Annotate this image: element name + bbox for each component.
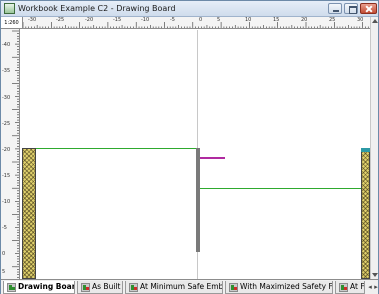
- anchor-line[interactable]: [200, 157, 225, 159]
- ruler-left-label: -10: [2, 199, 11, 205]
- left-soil-block[interactable]: [22, 148, 36, 279]
- ruler-top-label: 20: [301, 17, 308, 23]
- tab-label: Drawing Board: [18, 282, 75, 291]
- tab-label: As Built: [92, 282, 121, 291]
- ruler-top-label: 25: [329, 17, 336, 23]
- ruler-top-label: 5: [217, 17, 221, 23]
- maximize-button[interactable]: [344, 3, 358, 14]
- app-icon: [4, 3, 15, 14]
- ruler-top-label: -25: [56, 17, 65, 23]
- scale-indicator: 1:260: [1, 17, 23, 29]
- close-button[interactable]: [360, 3, 377, 14]
- ruler-left-label: -20: [2, 147, 11, 153]
- ruler-left-label: -35: [2, 68, 11, 74]
- ruler-top-label: -20: [85, 17, 94, 23]
- tab-label: At Fai: [350, 282, 364, 291]
- ruler-left-label: -15: [2, 173, 11, 179]
- tab-as-built[interactable]: As Built: [77, 281, 123, 294]
- ruler-left-label: -30: [2, 95, 11, 101]
- tab-at-failure[interactable]: At Fai: [335, 281, 365, 294]
- left-ground-line[interactable]: [36, 148, 197, 149]
- tab-with-maximized-safety-factors[interactable]: With Maximized Safety Factors: [225, 281, 333, 294]
- chart-icon: [129, 283, 138, 292]
- sheet-pile-wall[interactable]: [196, 148, 200, 252]
- vertical-ruler-ticks: [12, 30, 19, 278]
- drawing-canvas[interactable]: [20, 30, 370, 279]
- right-soil-block[interactable]: [361, 148, 370, 279]
- vertical-scrollbar[interactable]: [370, 17, 378, 279]
- ruler-top-label: -30: [28, 17, 37, 23]
- ruler-top-label: -10: [141, 17, 150, 23]
- ruler-top-label: -5: [170, 17, 175, 23]
- horizontal-ruler: -30 -25 -20 -15 -10 -5 0 5 10 15 20 25 3…: [1, 17, 370, 29]
- ruler-left-label: 5: [2, 269, 6, 275]
- ruler-left-label: 0: [2, 251, 6, 257]
- right-ground-line[interactable]: [200, 188, 361, 189]
- ruler-left-label: -40: [2, 42, 11, 48]
- ruler-top-label: 30: [357, 17, 364, 23]
- tab-scroll-right-icon[interactable]: ▸: [372, 283, 378, 291]
- chart-icon: [339, 283, 348, 292]
- window-title: Workbook Example C2 - Drawing Board: [18, 4, 176, 13]
- ruler-left-label: -25: [2, 121, 11, 127]
- scroll-up-icon[interactable]: [372, 19, 378, 23]
- minimize-button[interactable]: [328, 3, 342, 14]
- scroll-down-icon[interactable]: [372, 273, 378, 277]
- vertical-ruler: -40 -35 -30 -25 -20 -15 -10 -5 0 5: [1, 29, 20, 279]
- ruler-left-label: -5: [2, 225, 7, 231]
- tab-label: At Minimum Safe Embedment: [140, 282, 223, 291]
- ruler-top-label: 15: [273, 17, 280, 23]
- tab-at-minimum-safe-embedment[interactable]: At Minimum Safe Embedment: [125, 281, 223, 294]
- chart-icon: [81, 283, 90, 292]
- ruler-top-label: 10: [245, 17, 252, 23]
- sheet-tab-bar: Drawing Board As Built At Minimum Safe E…: [1, 279, 378, 294]
- drawing-board-icon: [7, 283, 16, 292]
- right-soil-top-layer: [361, 148, 370, 152]
- chart-icon: [229, 283, 238, 292]
- tab-label: With Maximized Safety Factors: [240, 282, 333, 291]
- tab-drawing-board[interactable]: Drawing Board: [3, 281, 75, 294]
- ruler-top-label: -15: [113, 17, 122, 23]
- ruler-top-label: 0: [199, 17, 203, 23]
- drawing-board-window: Workbook Example C2 - Drawing Board 1:26…: [0, 0, 379, 294]
- title-bar[interactable]: Workbook Example C2 - Drawing Board: [1, 1, 378, 17]
